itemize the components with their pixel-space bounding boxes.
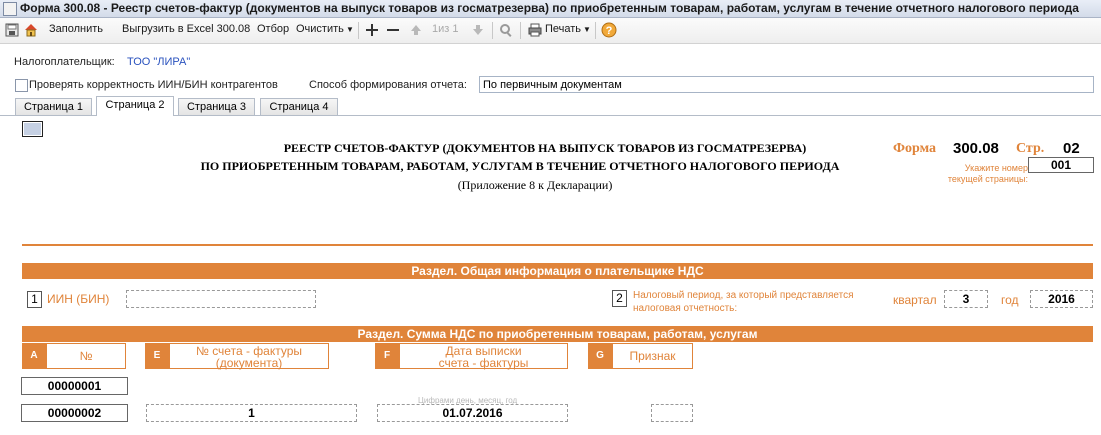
toolbar-separator — [520, 22, 521, 39]
print-button[interactable]: Печать — [545, 23, 581, 35]
page-label: Стр. — [1016, 141, 1045, 156]
print-dropdown-icon[interactable]: ▼ — [583, 25, 591, 34]
column-letter-g: G — [588, 343, 612, 369]
form-title-line-3: (Приложение 8 к Декларации) — [457, 178, 613, 192]
report-method-field[interactable]: По первичным документам — [479, 76, 1094, 93]
row-1-number[interactable]: 00000001 — [21, 377, 128, 395]
tab-page-4[interactable]: Страница 4 — [260, 98, 338, 115]
tab-page-3[interactable]: Страница 3 — [178, 98, 255, 115]
iin-field[interactable] — [126, 290, 316, 308]
export-excel-button[interactable]: Выгрузить в Excel 300.08 — [122, 23, 250, 35]
column-header-number: № — [46, 343, 126, 369]
row-2-sign-field[interactable] — [651, 404, 693, 422]
toolbar-separator — [358, 22, 359, 39]
printer-icon[interactable] — [527, 22, 543, 38]
window-icon — [3, 2, 17, 16]
section-general-info-header: Раздел. Общая информация о плательщике Н… — [22, 263, 1093, 279]
toolbar-separator — [595, 22, 596, 39]
quarter-field[interactable]: 3 — [944, 290, 988, 308]
iin-label: ИИН (БИН) — [47, 292, 110, 306]
page-number: 02 — [1063, 140, 1080, 157]
window-title: Форма 300.08 - Реестр счетов-фактур (док… — [20, 1, 1079, 15]
field-2-number: 2 — [612, 290, 627, 307]
year-label: год — [1001, 293, 1019, 307]
form-corner-marker[interactable] — [22, 121, 43, 137]
clear-button[interactable]: Очистить — [296, 23, 344, 35]
taxpayer-label: Налогоплательщик: — [14, 56, 115, 68]
toolbar-separator — [492, 22, 493, 39]
row-2-date-field[interactable]: 01.07.2016 — [377, 404, 568, 422]
tab-page-1[interactable]: Страница 1 — [15, 98, 92, 115]
current-page-field[interactable]: 001 — [1028, 157, 1094, 173]
column-header-sign: Признак — [612, 343, 693, 369]
add-icon[interactable] — [364, 22, 380, 38]
filter-button[interactable]: Отбор — [257, 23, 289, 35]
page-counter: 1из 1 — [432, 23, 459, 35]
column-letter-f: F — [375, 343, 399, 369]
page-hint: Укажите номер текущей страницы: — [947, 163, 1028, 184]
zoom-icon[interactable] — [498, 22, 514, 38]
section-vat-sum-header: Раздел. Сумма НДС по приобретенным товар… — [22, 326, 1093, 342]
column-header-date: Дата выписки счета - фактуры — [399, 343, 568, 369]
column-letter-a: A — [22, 343, 46, 369]
taxpayer-link[interactable]: ТОО "ЛИРА" — [127, 56, 190, 68]
fill-button[interactable]: Заполнить — [49, 23, 103, 35]
row-2-invoice-field[interactable]: 1 — [146, 404, 357, 422]
tax-period-label: Налоговый период, за который представляе… — [633, 290, 854, 314]
report-method-label: Способ формирования отчета: — [309, 79, 467, 91]
window-title-bar: Форма 300.08 - Реестр счетов-фактур (док… — [0, 0, 1101, 18]
field-1-number: 1 — [27, 291, 42, 308]
form-label: Форма — [893, 141, 937, 156]
verify-iin-label: Проверять корректность ИИН/БИН контраген… — [29, 79, 278, 91]
form-title-line-1: РЕЕСТР СЧЕТОВ-ФАКТУР (ДОКУМЕНТОВ НА ВЫПУ… — [283, 141, 807, 155]
arrow-down-icon[interactable] — [470, 22, 486, 38]
tab-page-2[interactable]: Страница 2 — [96, 96, 174, 116]
row-2-number[interactable]: 00000002 — [21, 404, 128, 422]
arrow-up-icon[interactable] — [408, 22, 424, 38]
help-icon[interactable]: ? — [601, 22, 617, 38]
column-letter-e: E — [145, 343, 169, 369]
house-icon[interactable] — [23, 22, 39, 38]
form-title-line-2: ПО ПРИОБРЕТЕННЫМ ТОВАРАМ, РАБОТАМ, УСЛУГ… — [200, 159, 840, 173]
toolbar: Заполнить Выгрузить в Excel 300.08 Отбор… — [0, 18, 1101, 44]
verify-iin-checkbox[interactable] — [15, 79, 28, 92]
form-number: 300.08 — [953, 140, 999, 157]
divider — [22, 244, 1093, 246]
year-field[interactable]: 2016 — [1030, 290, 1093, 308]
quarter-label: квартал — [893, 293, 937, 307]
column-header-invoice: № счета - фактуры (документа) — [169, 343, 329, 369]
remove-icon[interactable] — [385, 22, 401, 38]
svg-text:?: ? — [606, 25, 613, 37]
save-icon[interactable] — [4, 22, 20, 38]
clear-dropdown-icon[interactable]: ▼ — [346, 25, 354, 34]
